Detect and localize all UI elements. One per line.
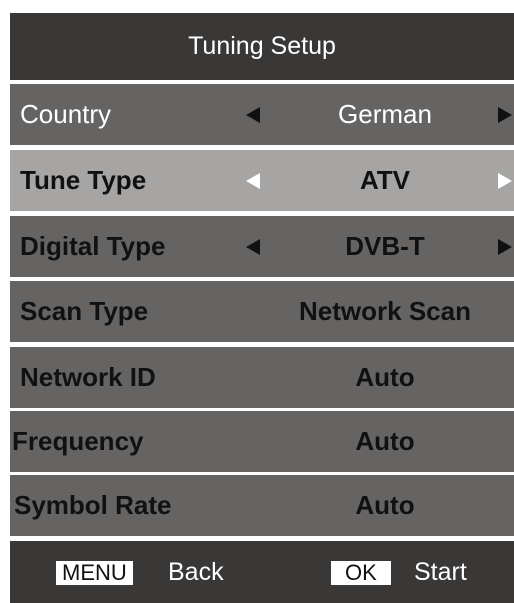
- menu-row-scan-type[interactable]: Scan Type Network Scan: [10, 281, 514, 342]
- menu-row-country[interactable]: Country German: [10, 84, 514, 145]
- right-arrow-icon[interactable]: [498, 107, 512, 123]
- footer-bar: MENU Back OK Start: [10, 541, 514, 603]
- ok-key-badge[interactable]: OK: [331, 561, 391, 585]
- menu-row-symbol-rate[interactable]: Symbol Rate Auto: [10, 475, 514, 536]
- row-label: Scan Type: [20, 296, 149, 326]
- row-value: Network Scan: [299, 296, 471, 326]
- left-arrow-icon[interactable]: [246, 107, 260, 123]
- menu-row-network-id[interactable]: Network ID Auto: [10, 347, 514, 408]
- left-arrow-icon[interactable]: [246, 239, 260, 255]
- menu-row-tune-type[interactable]: Tune Type ATV: [10, 150, 514, 211]
- menu-row-frequency[interactable]: Frequency Auto: [10, 411, 514, 472]
- row-label: Network ID: [20, 362, 156, 392]
- menu-row-digital-type[interactable]: Digital Type DVB-T: [10, 216, 514, 277]
- right-arrow-icon[interactable]: [498, 239, 512, 255]
- row-label: Country: [20, 99, 112, 129]
- row-value: Auto: [355, 490, 415, 520]
- row-label: Tune Type: [20, 165, 147, 195]
- menu-title: Tuning Setup: [10, 13, 514, 80]
- row-value: ATV: [359, 165, 411, 195]
- start-label: Start: [414, 558, 467, 586]
- left-arrow-icon[interactable]: [246, 173, 260, 189]
- row-value: Auto: [355, 426, 415, 456]
- row-label: Digital Type: [20, 231, 166, 261]
- row-value: DVB-T: [345, 231, 425, 261]
- back-label: Back: [168, 558, 224, 586]
- menu-key-badge[interactable]: MENU: [56, 561, 133, 585]
- row-label: Frequency: [12, 426, 144, 456]
- row-value: Auto: [355, 362, 415, 392]
- tuning-setup-menu: Tuning Setup Country German Tune Type AT…: [10, 13, 514, 603]
- right-arrow-icon[interactable]: [498, 173, 512, 189]
- row-label: Symbol Rate: [14, 490, 172, 520]
- row-value: German: [338, 99, 432, 129]
